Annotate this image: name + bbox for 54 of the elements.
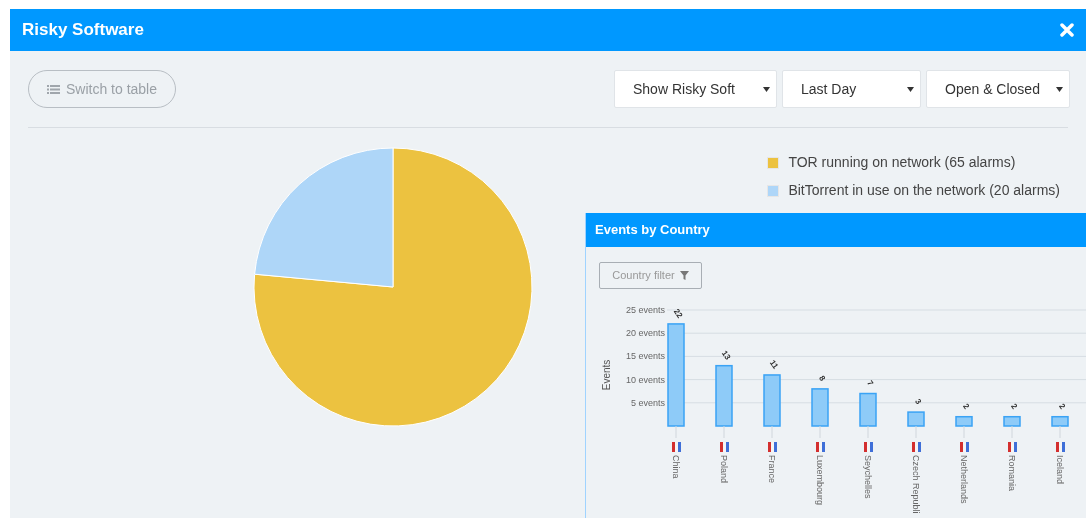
data-label: 2 xyxy=(1009,401,1019,411)
flag-icon xyxy=(1008,442,1017,452)
axis-tick-label: 10 events xyxy=(625,374,665,385)
data-label: 22 xyxy=(671,307,685,320)
panel-title: Events by Country xyxy=(595,221,710,240)
legend-label: TOR running on network (65 alarms) xyxy=(788,153,1016,172)
bar xyxy=(715,364,733,427)
window-title: Risky Software xyxy=(22,19,144,42)
filter-dropdown[interactable]: Show Risky Soft xyxy=(614,70,777,108)
flag-icon xyxy=(1056,442,1065,452)
axis-tick-label: 25 events xyxy=(625,305,665,315)
axis-tick-label: Czech Republi xyxy=(911,455,921,514)
bar xyxy=(859,392,877,427)
filter-dropdown[interactable]: Open & Closed xyxy=(926,70,1070,108)
axis-tick-label: 15 events xyxy=(625,351,665,362)
data-label: 11 xyxy=(767,358,781,371)
legend-label: BitTorrent in use on the network (20 alarms) xyxy=(788,181,1060,200)
axis-tick-label: Seychelles xyxy=(863,455,873,499)
bar xyxy=(1051,415,1069,427)
axis-tick-label: Poland xyxy=(719,455,729,484)
flag-icon xyxy=(864,442,873,452)
axis-tick-label: 20 events xyxy=(625,328,665,339)
data-label: 3 xyxy=(913,397,923,407)
list-icon xyxy=(46,83,60,95)
axis-label: Events xyxy=(601,359,612,391)
data-label: 7 xyxy=(865,378,875,388)
flag-icon xyxy=(720,442,729,452)
data-label: 2 xyxy=(1057,401,1067,411)
axis-tick-label: Romania xyxy=(1007,455,1017,492)
axis-tick-label: France xyxy=(767,455,777,483)
flag-icon xyxy=(960,442,969,452)
flag-icon xyxy=(768,442,777,452)
flag-icon xyxy=(672,442,681,452)
flag-icon xyxy=(816,442,825,452)
caret-icon xyxy=(907,86,914,92)
axis-tick-label: Luxembourg xyxy=(815,455,825,506)
bar xyxy=(1003,415,1021,427)
bar xyxy=(955,415,973,427)
data-label: 2 xyxy=(961,401,971,411)
data-label: 13 xyxy=(719,349,733,362)
axis-tick-label: Netherlands xyxy=(959,455,969,504)
caret-icon xyxy=(763,86,770,92)
bar xyxy=(763,374,781,427)
axis-tick-label: China xyxy=(671,455,681,479)
bar xyxy=(907,411,925,427)
flag-icon xyxy=(912,442,921,452)
axis-tick-label: Iceland xyxy=(1055,455,1065,485)
bar xyxy=(811,388,829,427)
close-icon[interactable] xyxy=(1060,23,1074,37)
data-label: 8 xyxy=(817,374,827,383)
axis-tick-label: 5 events xyxy=(630,397,665,408)
filter-dropdown[interactable]: Last Day xyxy=(782,70,921,108)
filter-icon xyxy=(679,271,689,280)
caret-icon xyxy=(1056,86,1063,92)
